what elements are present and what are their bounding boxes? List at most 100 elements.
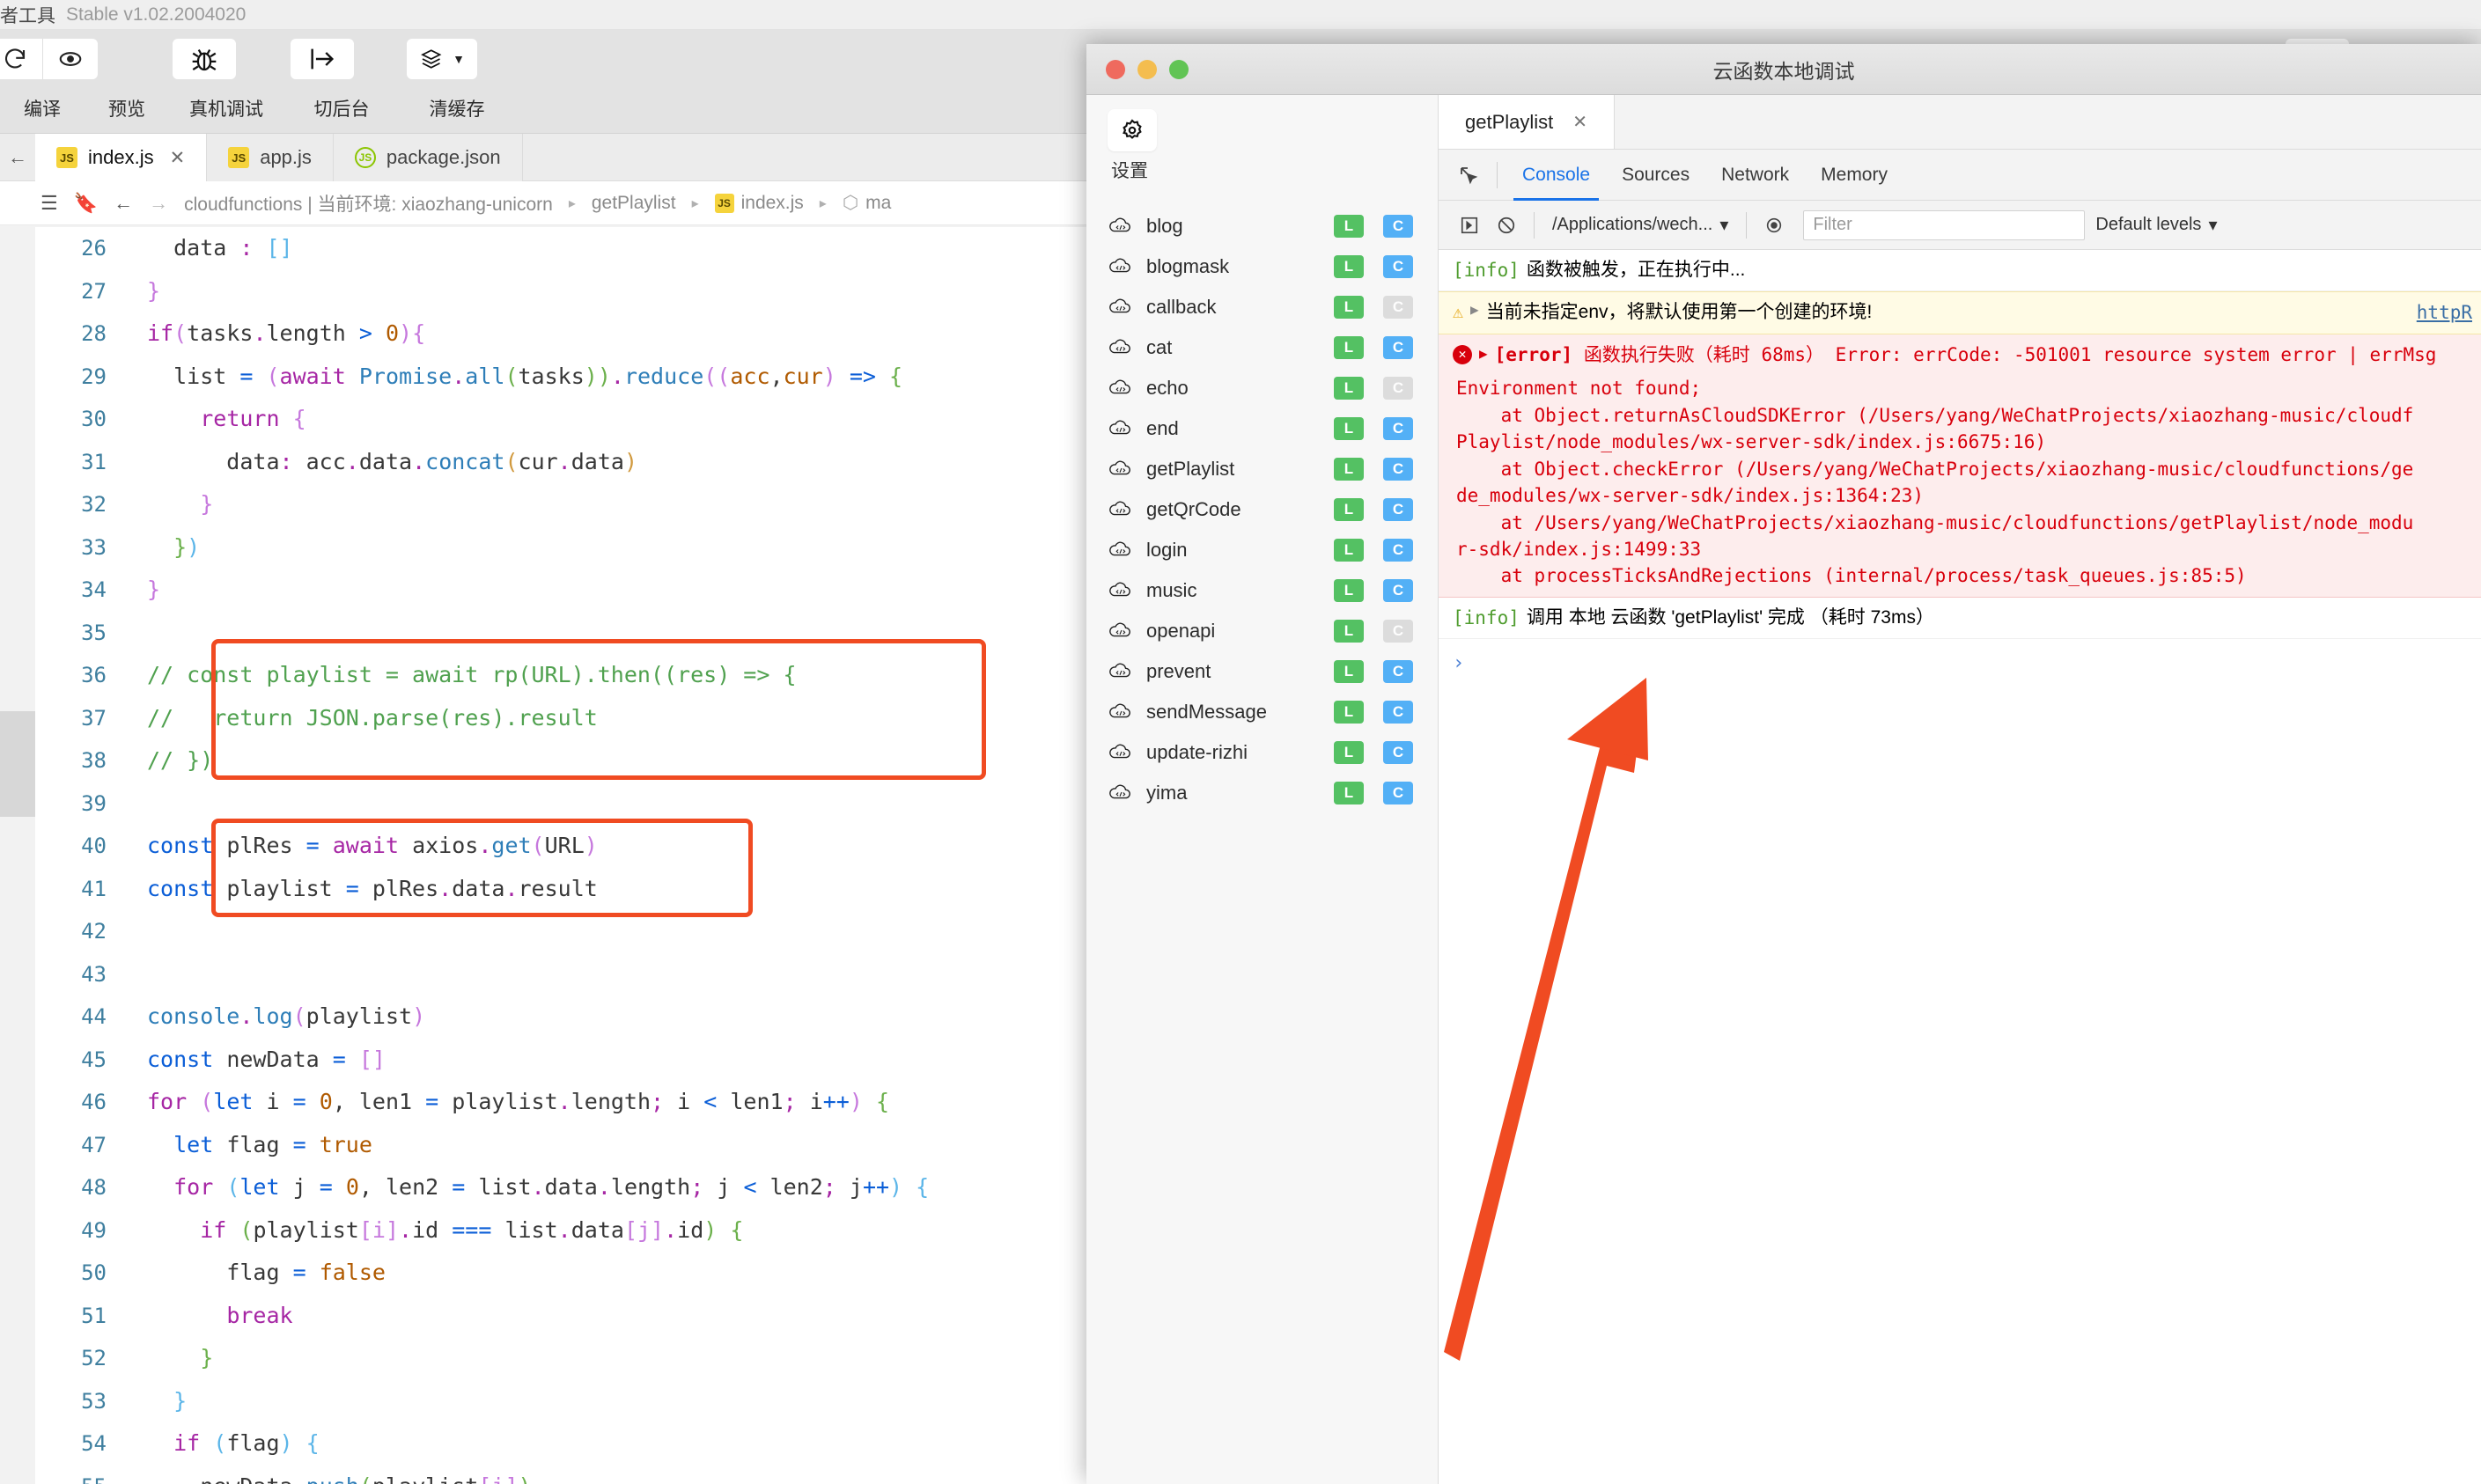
back-arrow-icon[interactable]: ← [114, 192, 133, 215]
local-badge[interactable]: L [1334, 336, 1364, 359]
cloud-function-row[interactable]: prevent L C [1086, 651, 1438, 692]
tab-console[interactable]: Console [1506, 150, 1606, 201]
breadcrumb-symbol[interactable]: ⬡ ma [843, 192, 892, 214]
cloud-badge[interactable]: C [1383, 458, 1413, 481]
cloud-function-row[interactable]: getPlaylist L C [1086, 449, 1438, 489]
bookmark-icon[interactable]: 🔖 [74, 192, 98, 215]
outline-icon[interactable]: ☰ [40, 192, 58, 215]
console-stack-line[interactable]: r-sdk/index.js:1499:33 [1456, 536, 2472, 562]
cloud-function-row[interactable]: end L C [1086, 408, 1438, 449]
tab-network[interactable]: Network [1705, 150, 1805, 201]
cloud-badge[interactable]: C [1383, 660, 1413, 683]
execute-icon[interactable] [1451, 216, 1488, 235]
toolbar-compile[interactable] [0, 39, 98, 79]
cloud-badge[interactable]: C [1383, 701, 1413, 724]
expand-triangle-icon[interactable]: ▶ [1470, 299, 1479, 320]
cloud-badge[interactable]: C [1383, 377, 1413, 400]
console-stack-line[interactable]: de_modules/wx-server-sdk/index.js:1364:2… [1456, 482, 2472, 509]
code-line-text [128, 953, 160, 996]
cloud-function-list[interactable]: blog L Cblogmask L Ccallback L Ccat L Cecho L Cend… [1086, 195, 1438, 1484]
local-badge[interactable]: L [1334, 539, 1364, 562]
local-badge[interactable]: L [1334, 579, 1364, 602]
local-badge[interactable]: L [1334, 215, 1364, 238]
console-output[interactable]: [info] 函数被触发，正在执行中... ⚠ ▶ 当前未指定env，将默认使用… [1439, 250, 2481, 1484]
tab-scroll-left-icon[interactable]: ← [0, 134, 35, 180]
tab-memory[interactable]: Memory [1805, 150, 1903, 201]
cloud-function-row[interactable]: login L C [1086, 530, 1438, 570]
local-badge[interactable]: L [1334, 620, 1364, 643]
cloud-badge[interactable]: C [1383, 782, 1413, 804]
file-tab-package-json[interactable]: JS package.json [333, 134, 523, 181]
console-prompt[interactable]: › [1439, 639, 2481, 688]
cloud-function-row[interactable]: yima L C [1086, 773, 1438, 813]
close-icon[interactable]: ✕ [170, 147, 186, 169]
line-number: 45 [81, 1047, 107, 1072]
cloud-function-row[interactable]: openapi L C [1086, 611, 1438, 651]
expand-triangle-icon[interactable]: ▶ [1479, 343, 1488, 364]
console-context-select[interactable]: /Applications/wech... ▾ [1543, 214, 1737, 236]
cloud-function-row[interactable]: blog L C [1086, 206, 1438, 246]
eye-icon[interactable] [42, 39, 98, 79]
local-badge[interactable]: L [1334, 498, 1364, 521]
local-badge[interactable]: L [1334, 255, 1364, 278]
inspect-icon[interactable] [1449, 165, 1488, 186]
cloud-badge[interactable]: C [1383, 579, 1413, 602]
close-icon[interactable]: ✕ [1572, 111, 1587, 133]
refresh-icon[interactable] [0, 39, 42, 79]
cloud-function-row[interactable]: callback L C [1086, 287, 1438, 327]
filter-input[interactable]: Filter [1803, 209, 2086, 240]
console-stack-line[interactable]: at /Users/yang/WeChatProjects/xiaozhang-… [1456, 510, 2472, 536]
cloud-badge[interactable]: C [1383, 336, 1413, 359]
console-stack-line[interactable]: at Object.returnAsCloudSDKError (/Users/… [1456, 402, 2472, 429]
cloud-function-row[interactable]: getQrCode L C [1086, 489, 1438, 530]
scroll-thumb[interactable] [0, 711, 35, 817]
breadcrumb-function[interactable]: getPlaylist [592, 193, 676, 214]
cloud-function-row[interactable]: blogmask L C [1086, 246, 1438, 287]
breadcrumb-env[interactable]: cloudfunctions | 当前环境: xiaozhang-unicorn [184, 190, 553, 217]
cloud-badge[interactable]: C [1383, 741, 1413, 764]
log-levels-select[interactable]: Default levels ▾ [2095, 214, 2217, 236]
cloud-badge[interactable]: C [1383, 620, 1413, 643]
local-badge[interactable]: L [1334, 741, 1364, 764]
cloud-badge[interactable]: C [1383, 417, 1413, 440]
local-badge[interactable]: L [1334, 417, 1364, 440]
console-stack-line[interactable]: at Object.checkError (/Users/yang/WeChat… [1456, 456, 2472, 482]
cloud-function-name: cat [1146, 336, 1173, 358]
local-badge[interactable]: L [1334, 296, 1364, 319]
cloud-badge[interactable]: C [1383, 215, 1413, 238]
cloud-badge[interactable]: C [1383, 498, 1413, 521]
layers-icon[interactable]: ▼ [407, 39, 477, 79]
cloud-function-row[interactable]: music L C [1086, 570, 1438, 611]
tab-console-label: Console [1522, 164, 1591, 185]
eye-icon[interactable] [1756, 216, 1793, 235]
cloud-function-row[interactable]: sendMessage L C [1086, 692, 1438, 732]
file-tab-app-js[interactable]: JS app.js [207, 134, 334, 181]
cloud-badge[interactable]: C [1383, 296, 1413, 319]
settings-button[interactable]: 设置 [1086, 95, 1438, 195]
clear-console-icon[interactable] [1488, 216, 1525, 235]
bug-icon[interactable] [173, 39, 236, 79]
console-stack-line[interactable]: Environment not found; [1456, 375, 2472, 401]
console-stack-line[interactable]: Playlist/node_modules/wx-server-sdk/inde… [1456, 429, 2472, 455]
background-switch-icon[interactable] [291, 39, 354, 79]
line-number: 34 [81, 577, 107, 602]
tab-sources[interactable]: Sources [1606, 150, 1705, 201]
cloud-badge[interactable]: C [1383, 539, 1413, 562]
cloud-function-row[interactable]: echo L C [1086, 368, 1438, 408]
local-badge[interactable]: L [1334, 377, 1364, 400]
local-badge[interactable]: L [1334, 701, 1364, 724]
devtools-tab-getplaylist[interactable]: getPlaylist ✕ [1439, 95, 1616, 149]
local-badge[interactable]: L [1334, 782, 1364, 804]
gear-icon[interactable] [1108, 109, 1157, 151]
local-badge[interactable]: L [1334, 458, 1364, 481]
local-badge[interactable]: L [1334, 660, 1364, 683]
breadcrumb-file[interactable]: JS index.js [714, 193, 804, 214]
file-tab-index-js[interactable]: JS index.js ✕ [35, 134, 208, 181]
cloud-function-row[interactable]: cat L C [1086, 327, 1438, 368]
cloud-badge[interactable]: C [1383, 255, 1413, 278]
console-source-link[interactable]: httpR [2417, 299, 2472, 326]
console-stack-line[interactable]: at processTicksAndRejections (internal/p… [1456, 562, 2472, 589]
line-number: 52 [81, 1346, 107, 1370]
cloud-function-row[interactable]: update-rizhi L C [1086, 732, 1438, 773]
forward-arrow-icon[interactable]: → [149, 192, 168, 215]
